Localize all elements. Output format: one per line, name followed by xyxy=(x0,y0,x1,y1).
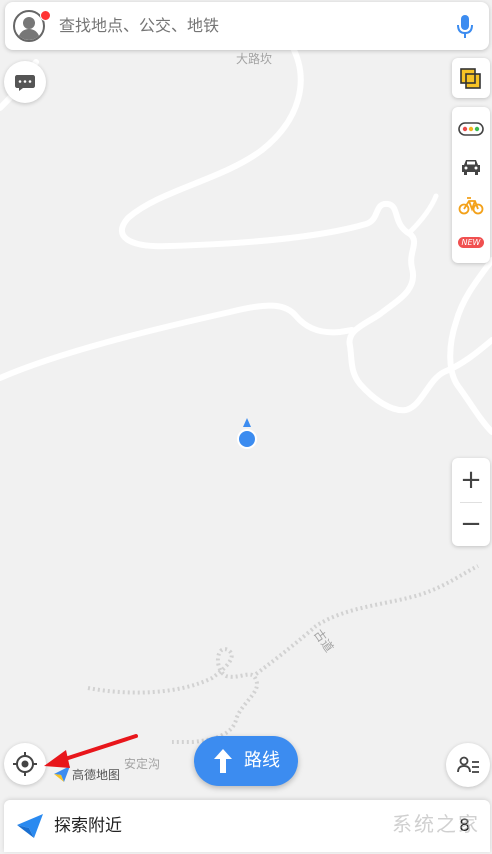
route-button[interactable]: 路线 xyxy=(194,736,298,786)
zoom-out-button[interactable]: − xyxy=(452,502,490,546)
layers-button[interactable] xyxy=(452,58,490,98)
explore-nearby-label: 探索附近 xyxy=(54,816,122,836)
new-badge: NEW xyxy=(457,236,485,248)
user-icon xyxy=(18,17,40,40)
notification-dot xyxy=(40,10,51,21)
map-canvas[interactable]: 大路坎 古道 安定沟 xyxy=(0,0,492,854)
message-button[interactable] xyxy=(4,61,46,103)
route-arrow-icon xyxy=(214,749,232,773)
car-icon xyxy=(462,160,480,175)
zoom-controls: + − xyxy=(452,458,490,546)
current-location-icon xyxy=(237,418,257,449)
bike-button[interactable] xyxy=(452,187,490,223)
route-label: 路线 xyxy=(244,750,280,771)
map-label-top-place: 大路坎 xyxy=(236,52,273,66)
new-feature-button[interactable]: NEW xyxy=(452,227,490,257)
bicycle-icon xyxy=(458,197,484,215)
search-bar[interactable] xyxy=(5,2,489,52)
layers-icon xyxy=(460,68,481,89)
watermark: 系统之家 xyxy=(392,812,480,836)
search-input[interactable] xyxy=(57,2,268,52)
zoom-in-button[interactable]: + xyxy=(452,458,490,502)
traffic-button[interactable] xyxy=(452,111,490,147)
send-arrow-icon xyxy=(17,814,43,838)
traffic-light-icon xyxy=(458,122,484,136)
profile-list-button[interactable] xyxy=(446,743,490,787)
taxi-button[interactable] xyxy=(452,149,490,185)
profile-list-icon xyxy=(457,756,479,773)
annotation-arrow xyxy=(44,734,138,768)
microphone-icon[interactable] xyxy=(455,14,475,40)
chat-bubble-icon xyxy=(15,75,35,91)
tools-panel: NEW xyxy=(452,107,490,263)
